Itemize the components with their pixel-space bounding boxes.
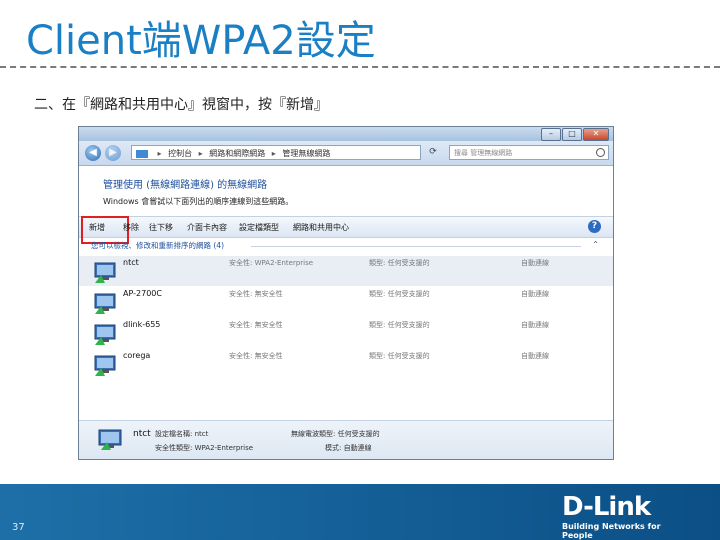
command-toolbar: 新增 移除 往下移 介面卡內容 設定檔類型 網路和共用中心 ?	[79, 216, 613, 244]
instruction-text: 二、在『網路和共用中心』視窗中，按『新增』	[34, 97, 328, 113]
logo-tagline: Building Networks for People	[562, 522, 661, 540]
details-profile-name: 設定檔名稱: ntct	[155, 430, 209, 438]
add-button[interactable]: 新增	[81, 216, 129, 244]
network-type: 類型: 任何受支援的	[369, 290, 430, 298]
search-placeholder: 搜尋 管理無線網路	[454, 149, 513, 157]
details-pane: ntct 設定檔名稱: ntct 安全性類型: WPA2-Enterprise …	[79, 420, 613, 459]
details-network-name: ntct	[133, 429, 151, 439]
back-button[interactable]: ◀	[85, 145, 101, 161]
page-number: 37	[12, 522, 25, 533]
remove-button[interactable]: 移除	[123, 222, 139, 233]
network-security: 安全性: 無安全性	[229, 290, 283, 298]
network-name: AP-2700C	[123, 289, 162, 298]
network-list-item[interactable]: AP-2700C 安全性: 無安全性 類型: 任何受支援的 自動連線	[79, 287, 613, 317]
move-down-button[interactable]: 往下移	[149, 222, 173, 233]
group-divider	[251, 246, 581, 247]
maximize-button[interactable]: □	[562, 128, 582, 141]
network-name: dlink-655	[123, 320, 161, 329]
network-security: 安全性: 無安全性	[229, 352, 283, 360]
network-mode: 自動連線	[521, 259, 549, 267]
breadcrumb-control-panel[interactable]: 控制台	[168, 149, 192, 158]
minimize-button[interactable]: –	[541, 128, 561, 141]
forward-button[interactable]: ▶	[105, 145, 121, 161]
network-security: 安全性: 無安全性	[229, 321, 283, 329]
search-icon	[596, 148, 605, 157]
wireless-network-icon	[94, 324, 116, 345]
help-icon[interactable]: ?	[588, 220, 601, 233]
network-type: 類型: 任何受支援的	[369, 321, 430, 329]
network-security: 安全性: WPA2-Enterprise	[229, 259, 314, 267]
network-mode: 自動連線	[521, 352, 549, 360]
slide-title: Client端WPA2設定	[26, 18, 376, 64]
group-header-label: 您可以檢視、修改和重新排序的網路 (4)	[91, 241, 225, 250]
wireless-network-icon	[94, 293, 116, 314]
wireless-network-icon	[98, 429, 122, 450]
network-list-item[interactable]: ntct 安全性: WPA2-Enterprise 類型: 任何受支援的 自動連線	[79, 256, 613, 286]
network-sharing-center-button[interactable]: 網路和共用中心	[293, 222, 349, 233]
page-subtext: Windows 會嘗試以下面列出的順序連線到這些網路。	[103, 197, 294, 206]
network-type: 類型: 任何受支援的	[369, 259, 430, 267]
breadcrumb-network-internet[interactable]: 網路和網際網路	[209, 149, 265, 158]
search-input[interactable]: 搜尋 管理無線網路	[449, 145, 609, 160]
breadcrumb-manage-wireless[interactable]: 管理無線網路	[282, 149, 330, 158]
wireless-network-icon	[94, 262, 116, 283]
profile-types-button[interactable]: 設定檔類型	[239, 222, 279, 233]
network-list-item[interactable]: dlink-655 安全性: 無安全性 類型: 任何受支援的 自動連線	[79, 318, 613, 348]
network-type: 類型: 任何受支援的	[369, 352, 430, 360]
network-mode: 自動連線	[521, 321, 549, 329]
control-panel-icon	[136, 149, 148, 158]
adapter-properties-button[interactable]: 介面卡內容	[187, 222, 227, 233]
close-button[interactable]: ✕	[583, 128, 609, 141]
window-titlebar[interactable]: – □ ✕	[79, 127, 613, 141]
title-divider	[0, 66, 720, 68]
network-name: corega	[123, 351, 151, 360]
details-mode: 模式: 自動連線	[325, 444, 372, 452]
address-input[interactable]: ▸ 控制台 ▸ 網路和網際網路 ▸ 管理無線網路	[131, 145, 421, 160]
dlink-logo: D-Link Building Networks for People	[562, 492, 692, 540]
wireless-network-icon	[94, 355, 116, 376]
manage-wireless-window: – □ ✕ ◀ ▶ ▸ 控制台 ▸ 網路和網際網路 ▸ 管理無線網路 ⟳ 搜尋 …	[78, 126, 614, 460]
slide-footer: 37 D-Link Building Networks for People	[0, 484, 720, 540]
main-content: 管理使用 (無線網路連線) 的無線網路 Windows 會嘗試以下面列出的順序連…	[79, 166, 613, 459]
address-bar-area: ◀ ▶ ▸ 控制台 ▸ 網路和網際網路 ▸ 管理無線網路 ⟳ 搜尋 管理無線網路	[79, 141, 613, 166]
network-list-item[interactable]: corega 安全性: 無安全性 類型: 任何受支援的 自動連線	[79, 349, 613, 379]
page-heading: 管理使用 (無線網路連線) 的無線網路	[103, 180, 268, 191]
logo-wordmark: D-Link	[562, 492, 651, 522]
network-name: ntct	[123, 258, 139, 267]
refresh-icon[interactable]: ⟳	[425, 145, 441, 160]
network-mode: 自動連線	[521, 290, 549, 298]
chevron-up-icon[interactable]: ⌃	[592, 240, 599, 249]
network-group-header[interactable]: 您可以檢視、修改和重新排序的網路 (4) ⌃	[91, 240, 599, 252]
details-security-type: 安全性類型: WPA2-Enterprise	[155, 444, 254, 452]
details-radio-type: 無線電波類型: 任何受支援的	[291, 430, 380, 438]
